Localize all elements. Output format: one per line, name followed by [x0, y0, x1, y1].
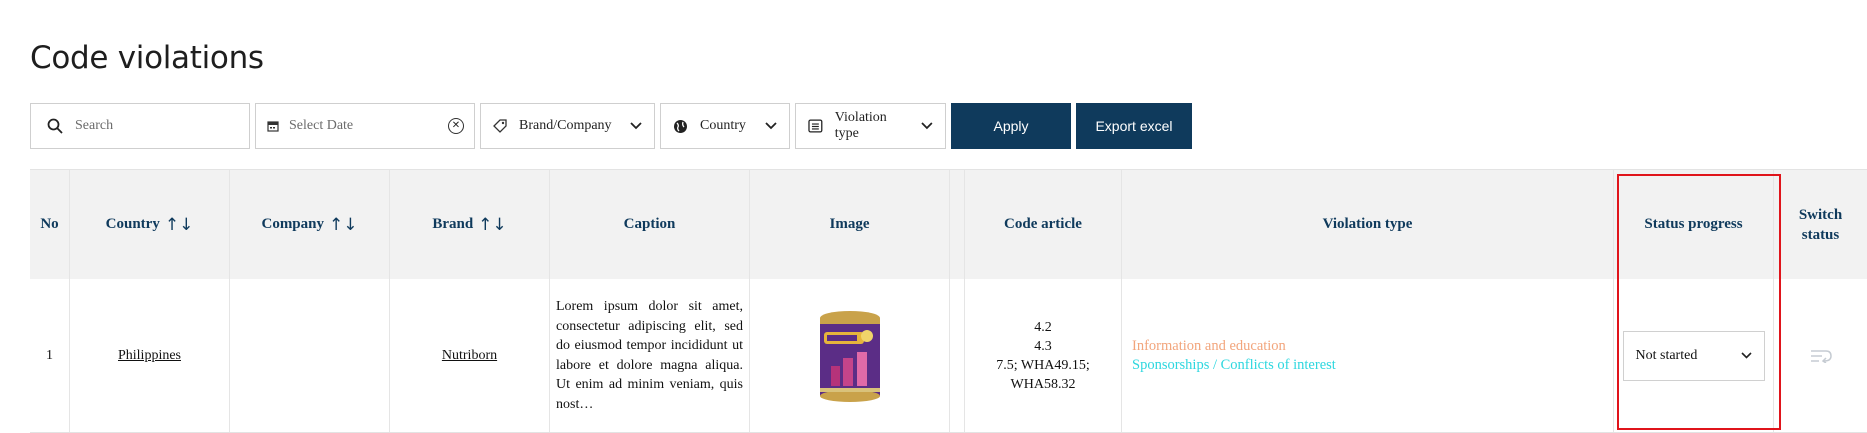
code-article-line: WHA58.32: [1010, 376, 1076, 392]
code-article-line: 7.5; WHA49.15;: [996, 357, 1090, 373]
violation-type-tag: Sponsorships / Conflicts of interest: [1132, 356, 1336, 373]
sort-icon[interactable]: ↑↓: [478, 215, 507, 235]
search-icon: [47, 118, 63, 134]
table-header: No Country ↑↓ Company ↑↓ Brand ↑↓ Captio…: [30, 169, 1867, 279]
chevron-down-icon: [630, 122, 642, 130]
search-input[interactable]: Search: [30, 103, 250, 149]
header-company-label: Company: [261, 216, 324, 232]
apply-button[interactable]: Apply: [951, 103, 1071, 149]
row-status-cell: Not started: [1614, 279, 1774, 432]
header-switch-status: Switch status: [1774, 170, 1867, 279]
tag-icon: [493, 119, 507, 133]
row-spacer: [950, 279, 965, 432]
date-placeholder: Select Date: [289, 118, 354, 133]
status-value: Not started: [1635, 347, 1698, 363]
table-row: 1 Philippines Nutriborn Lorem ipsum dolo…: [30, 279, 1867, 433]
header-image: Image: [750, 170, 950, 279]
header-spacer: [950, 170, 965, 279]
status-progress-select[interactable]: Not started: [1622, 330, 1765, 381]
header-brand[interactable]: Brand ↑↓: [390, 170, 550, 279]
brand-company-dropdown[interactable]: Brand/Company: [480, 103, 655, 149]
row-code-article-cell: 4.2 4.3 7.5; WHA49.15; WHA58.32: [965, 279, 1122, 432]
row-image-cell: [750, 279, 950, 432]
code-article-line: 4.2: [1034, 319, 1052, 335]
clear-icon[interactable]: ✕: [448, 118, 464, 134]
header-brand-label: Brand: [432, 216, 474, 232]
header-switch-line1: Switch: [1798, 206, 1843, 223]
date-picker[interactable]: Select Date ✕: [255, 103, 475, 149]
row-caption-cell: Lorem ipsum dolor sit amet, consectetur …: [550, 279, 750, 432]
row-brand-cell: Nutriborn: [390, 279, 550, 432]
row-country-link[interactable]: Philippines: [118, 348, 181, 364]
row-company: [230, 279, 390, 432]
search-placeholder: Search: [75, 118, 114, 133]
header-caption: Caption: [550, 170, 750, 279]
header-country-label: Country: [105, 216, 160, 232]
brand-company-label: Brand/Company: [519, 118, 612, 133]
violation-type-tag: Information and education: [1132, 337, 1286, 354]
page-title: Code violations: [30, 40, 264, 76]
header-code-article: Code article: [965, 170, 1122, 279]
product-image[interactable]: [813, 308, 887, 404]
header-status-progress: Status progress: [1614, 170, 1774, 279]
row-switch-cell: [1774, 279, 1867, 432]
list-icon: [808, 119, 823, 133]
switch-status-icon[interactable]: [1810, 349, 1832, 363]
row-caption: Lorem ipsum dolor sit amet, consectetur …: [556, 299, 743, 412]
row-country-cell: Philippines: [70, 279, 230, 432]
header-country[interactable]: Country ↑↓: [70, 170, 230, 279]
row-violation-type-cell: Information and education Sponsorships /…: [1122, 279, 1614, 432]
violations-table: No Country ↑↓ Company ↑↓ Brand ↑↓ Captio…: [30, 169, 1867, 433]
row-brand-link[interactable]: Nutriborn: [442, 348, 497, 364]
header-switch-line2: status: [1801, 226, 1840, 243]
export-excel-button[interactable]: Export excel: [1076, 103, 1192, 149]
sort-icon[interactable]: ↑↓: [165, 215, 194, 235]
sort-icon[interactable]: ↑↓: [329, 215, 358, 235]
header-no: No: [30, 170, 70, 279]
row-no: 1: [30, 279, 70, 432]
header-company[interactable]: Company ↑↓: [230, 170, 390, 279]
country-dropdown[interactable]: Country: [660, 103, 790, 149]
chevron-down-icon: [765, 122, 777, 130]
violation-type-label: Violation type: [834, 110, 887, 141]
country-label: Country: [700, 118, 746, 133]
calendar-icon: [267, 121, 279, 132]
chevron-down-icon: [1740, 352, 1752, 359]
filter-toolbar: Search Select Date ✕ Brand/Company Count…: [30, 103, 1192, 149]
violation-type-dropdown[interactable]: Violation type: [795, 103, 946, 149]
chevron-down-icon: [921, 122, 933, 130]
globe-icon: [674, 119, 687, 133]
header-violation-type: Violation type: [1122, 170, 1614, 279]
code-article-line: 4.3: [1034, 338, 1052, 354]
